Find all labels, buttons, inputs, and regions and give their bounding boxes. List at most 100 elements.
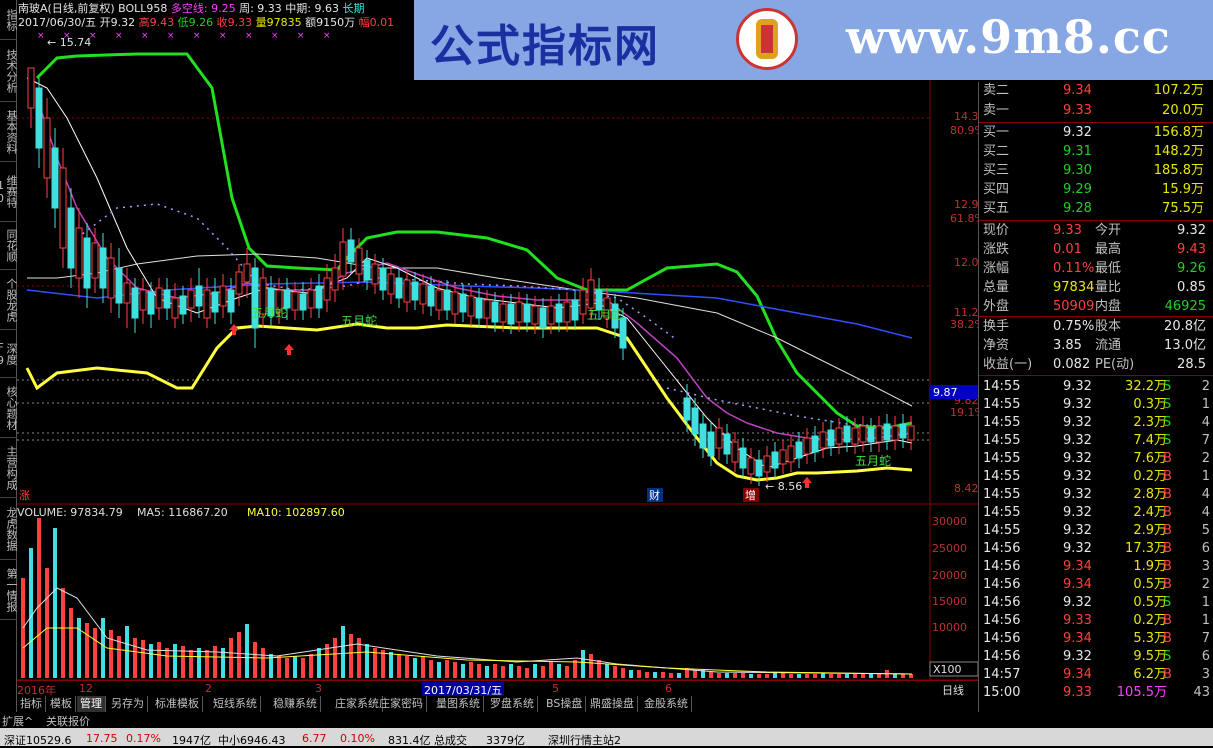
candle[interactable] bbox=[179, 286, 187, 324]
candle[interactable] bbox=[779, 440, 787, 474]
candle[interactable] bbox=[123, 268, 131, 328]
candle[interactable] bbox=[867, 418, 875, 452]
left-tab-3[interactable]: 维赛特10 bbox=[0, 162, 18, 222]
tick-row: 14:57 9.34 6.2万 B 3 bbox=[979, 666, 1213, 684]
toolbar-button-9[interactable]: 量图系统 bbox=[433, 696, 484, 712]
toolbar-button-4[interactable]: 标准模板 bbox=[152, 696, 203, 712]
toolbar-button-1[interactable]: 模板 bbox=[47, 696, 76, 712]
candle[interactable] bbox=[99, 233, 107, 303]
toolbar-button-12[interactable]: 鼎盛操盘 bbox=[587, 696, 638, 712]
candle[interactable] bbox=[251, 258, 259, 348]
candle[interactable] bbox=[155, 278, 163, 320]
left-tab-7[interactable]: 核心题材 bbox=[0, 378, 18, 438]
candle[interactable] bbox=[51, 128, 59, 228]
candle[interactable] bbox=[203, 278, 211, 328]
toolbar-button-10[interactable]: 罗盘系统 bbox=[487, 696, 538, 712]
candle[interactable] bbox=[75, 208, 83, 298]
candle[interactable] bbox=[571, 290, 579, 330]
tick-price: 9.33 bbox=[1063, 613, 1092, 628]
candle[interactable] bbox=[163, 278, 171, 320]
left-tab-0[interactable]: 指标 bbox=[0, 0, 18, 40]
toolbar-button-8[interactable]: 庄家密码 bbox=[376, 696, 427, 712]
candle[interactable] bbox=[539, 298, 547, 338]
left-tab-10[interactable]: 第一情报 bbox=[0, 560, 18, 620]
fund-label: 净资 bbox=[983, 338, 1010, 353]
candle[interactable] bbox=[731, 432, 739, 472]
candle[interactable] bbox=[819, 422, 827, 458]
candle[interactable] bbox=[307, 278, 315, 318]
candle[interactable] bbox=[91, 228, 99, 293]
candle[interactable] bbox=[715, 418, 723, 460]
candle[interactable] bbox=[83, 223, 91, 308]
left-tab-1[interactable]: 技术分析 bbox=[0, 40, 18, 102]
candle[interactable] bbox=[763, 446, 771, 482]
candle[interactable] bbox=[699, 414, 707, 458]
candle[interactable] bbox=[387, 264, 395, 304]
candle[interactable] bbox=[27, 67, 35, 128]
candle[interactable] bbox=[683, 384, 691, 432]
candle[interactable] bbox=[43, 98, 51, 198]
volume-bar bbox=[237, 632, 241, 678]
candle[interactable] bbox=[67, 188, 75, 288]
left-tab-8[interactable]: 主营构成 bbox=[0, 438, 18, 498]
left-tab-2[interactable]: 基本资料 bbox=[0, 102, 18, 162]
candle[interactable] bbox=[811, 426, 819, 462]
candle[interactable] bbox=[475, 288, 483, 328]
toolbar-button-13[interactable]: 金股系统 bbox=[641, 696, 692, 712]
candle[interactable] bbox=[299, 282, 307, 320]
candle[interactable] bbox=[395, 268, 403, 308]
candle[interactable] bbox=[315, 274, 323, 318]
candle[interactable] bbox=[187, 278, 195, 322]
candle[interactable] bbox=[739, 438, 747, 478]
toolbar-button-3[interactable]: 另存为 bbox=[108, 696, 148, 712]
candle[interactable] bbox=[787, 436, 795, 472]
left-tab-9[interactable]: 龙虎数据 bbox=[0, 498, 18, 560]
candle[interactable] bbox=[347, 228, 355, 274]
related-quote-button[interactable]: 关联报价 bbox=[46, 713, 90, 729]
left-tab-5[interactable]: 个股龙虎 bbox=[0, 270, 18, 330]
candle[interactable] bbox=[147, 282, 155, 328]
candle[interactable] bbox=[363, 250, 371, 290]
candle[interactable] bbox=[323, 264, 331, 312]
toolbar-button-0[interactable]: 指标 bbox=[17, 696, 46, 712]
volume-ma10-line bbox=[22, 627, 913, 675]
candle[interactable] bbox=[291, 282, 299, 320]
candle[interactable] bbox=[235, 264, 243, 306]
candle[interactable] bbox=[907, 416, 915, 450]
candle[interactable] bbox=[771, 442, 779, 478]
toolbar-button-2[interactable]: 管理 bbox=[77, 696, 106, 712]
left-tab-6[interactable]: 深度F9 bbox=[0, 330, 18, 378]
candle[interactable] bbox=[899, 414, 907, 448]
expand-button[interactable]: 扩展^ bbox=[2, 713, 33, 729]
candle[interactable] bbox=[35, 78, 43, 168]
candle[interactable] bbox=[139, 278, 147, 324]
candle[interactable] bbox=[803, 428, 811, 464]
candle[interactable] bbox=[195, 268, 203, 318]
tick-volume: 0.2万 bbox=[1133, 613, 1167, 628]
candle[interactable] bbox=[579, 278, 587, 324]
candle[interactable] bbox=[827, 420, 835, 456]
candle[interactable] bbox=[483, 290, 491, 328]
candle[interactable] bbox=[891, 416, 899, 450]
toolbar-button-6[interactable]: 稳赚系统 bbox=[270, 696, 321, 712]
candle[interactable] bbox=[723, 424, 731, 464]
candle[interactable] bbox=[435, 280, 443, 320]
toolbar-button-5[interactable]: 短线系统 bbox=[210, 696, 261, 712]
candle[interactable] bbox=[107, 243, 115, 313]
candle[interactable] bbox=[403, 270, 411, 312]
kline-chart[interactable]: 14.3480.9%12.9461.8%12.0811.2138.2%9.821… bbox=[17, 28, 978, 680]
candle[interactable] bbox=[243, 248, 251, 298]
candle[interactable] bbox=[835, 418, 843, 454]
left-tab-4[interactable]: 同花顺 bbox=[0, 222, 18, 270]
candle[interactable] bbox=[219, 274, 227, 318]
tick-count: 6 bbox=[1201, 649, 1210, 664]
candle[interactable] bbox=[883, 414, 891, 450]
candle[interactable] bbox=[875, 416, 883, 452]
candle[interactable] bbox=[859, 416, 867, 452]
candle[interactable] bbox=[115, 248, 123, 318]
candle[interactable] bbox=[227, 278, 235, 324]
candle[interactable] bbox=[467, 286, 475, 326]
candle[interactable] bbox=[211, 278, 219, 324]
toolbar-button-11[interactable]: BS操盘 bbox=[543, 696, 587, 712]
candle[interactable] bbox=[563, 292, 571, 332]
